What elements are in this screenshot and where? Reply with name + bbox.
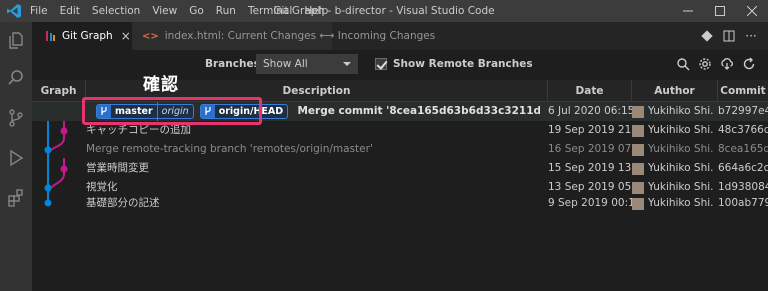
commit-date: 6 Jul 2020 06:15 [548,105,635,117]
tab-label: Git Graph [62,30,113,42]
minimize-button[interactable] [672,0,704,22]
gear-icon [699,58,711,70]
column-author[interactable]: Author [632,80,718,102]
settings-button[interactable] [694,53,716,75]
table-row[interactable]: 営業時間変更 15 Sep 2019 13:35 Yukihiko Shi...… [32,159,768,178]
search-icon [677,58,690,71]
commit-author: Yukihiko Shi... [632,159,714,178]
tab-label: index.html: Current Changes ⟷ Incoming C… [164,30,436,42]
html-file-icon: <> [142,30,159,42]
graph-toolbar [672,53,760,75]
git-diamond-icon [701,30,713,42]
search-icon [8,70,23,85]
menu-view[interactable]: View [152,5,177,17]
column-date[interactable]: Date [548,80,632,102]
commit-date: 9 Sep 2019 00:15 [548,197,642,209]
commit-author: Yukihiko Shi... [632,140,714,159]
chevron-down-icon [343,62,351,66]
vscode-logo-icon [7,4,21,18]
fetch-button[interactable] [716,53,738,75]
activity-bar [0,22,32,291]
avatar [632,124,644,137]
author-name: Yukihiko Shi... [648,143,714,155]
minimize-icon [683,10,693,12]
git-action-button[interactable] [696,25,718,47]
maximize-button[interactable] [704,0,736,22]
extensions-icon [8,189,23,207]
menu-bar: File Edit Selection View Go Run Terminal… [30,0,340,22]
run-debug-icon [10,149,24,167]
cloud-download-icon [721,58,733,70]
split-editor-button[interactable] [718,25,740,47]
ellipsis-icon: ··· [745,29,757,43]
git-graph-icon [44,30,56,42]
menu-terminal[interactable]: Terminal [248,5,292,17]
menu-help[interactable]: Help [304,5,328,17]
explorer-button[interactable] [4,28,28,52]
search-button[interactable] [4,66,28,90]
close-icon [747,6,757,16]
commit-author: Yukihiko Shi... [632,194,714,213]
tab-index-html-merge[interactable]: <> index.html: Current Changes ⟷ Incomin… [132,22,435,50]
window-controls [672,0,768,22]
split-editor-icon [723,30,735,42]
commit-message: Merge remote-tracking branch 'remotes/or… [86,143,373,155]
author-name: Yukihiko Shi... [648,124,714,136]
source-control-button[interactable] [4,106,28,130]
commit-hash: b72997e4 [718,105,768,117]
avatar [632,181,644,194]
column-graph[interactable]: Graph [32,80,86,102]
commit-message: 基礎部分の記述 [86,197,160,209]
more-actions-button[interactable]: ··· [740,25,762,47]
table-row[interactable]: Merge remote-tracking branch 'remotes/or… [32,140,768,159]
maximize-icon [715,6,725,16]
show-remote-branches-label[interactable]: Show Remote Branches [393,58,533,70]
commit-hash: 8cea165d [718,143,768,155]
source-control-icon [9,109,23,127]
editor-tabs: Git Graph × <> index.html: Current Chang… [32,22,768,50]
menu-file[interactable]: File [30,5,48,17]
avatar [632,162,644,175]
branches-dropdown-value: Show All [263,58,308,70]
close-window-button[interactable] [736,0,768,22]
annotation-highlight-box [82,97,262,125]
run-debug-button[interactable] [4,146,28,170]
branches-dropdown[interactable]: Show All [256,54,358,74]
commit-hash: 100ab779 [718,197,768,209]
commit-message: 営業時間変更 [86,162,149,174]
menu-run[interactable]: Run [216,5,236,17]
files-icon [9,32,23,49]
commit-date: 16 Sep 2019 07:05 [548,143,643,155]
close-tab-icon[interactable]: × [121,29,131,43]
editor-actions: ··· [696,22,762,50]
annotation-label: 確認 [143,75,179,95]
commit-author: Yukihiko Shi... [632,121,714,140]
avatar [632,197,644,210]
tab-git-graph[interactable]: Git Graph × [32,22,132,50]
menu-selection[interactable]: Selection [92,5,140,17]
refresh-button[interactable] [738,53,760,75]
commit-author: Yukihiko Shi... [632,102,714,121]
avatar [632,105,644,118]
author-name: Yukihiko Shi... [648,105,714,117]
commit-message: Merge commit '8cea165d63b6d33c3211d11d8d… [297,105,540,117]
table-row[interactable]: 基礎部分の記述 9 Sep 2019 00:15 Yukihiko Shi...… [32,194,768,213]
commit-hash: 48c3766d [718,124,768,136]
avatar [632,143,644,156]
author-name: Yukihiko Shi... [648,162,714,174]
menu-edit[interactable]: Edit [60,5,80,17]
find-button[interactable] [672,53,694,75]
commit-date: 19 Sep 2019 21:29 [548,124,643,136]
author-name: Yukihiko Shi... [648,197,714,209]
extensions-button[interactable] [4,186,28,210]
commit-hash: 664a6c2c [718,162,768,174]
commit-date: 15 Sep 2019 13:35 [548,162,643,174]
refresh-icon [743,57,755,70]
title-bar: File Edit Selection View Go Run Terminal… [0,0,768,22]
show-remote-branches-checkbox[interactable] [375,58,387,70]
menu-go[interactable]: Go [189,5,204,17]
column-commit[interactable]: Commit [718,80,768,102]
